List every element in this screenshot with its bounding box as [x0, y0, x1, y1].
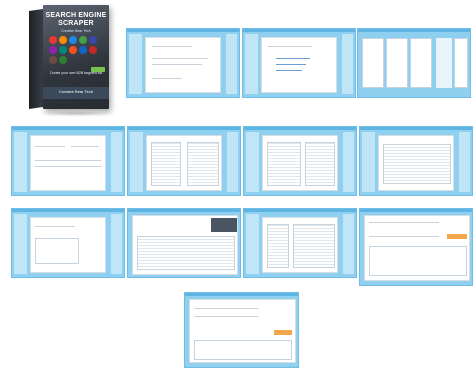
search-engine-icon [89, 36, 97, 44]
product-box-side [29, 9, 43, 109]
screenshot-thumbnail[interactable] [127, 208, 241, 278]
search-engine-icon [59, 56, 67, 64]
screenshot-thumbnail[interactable] [126, 28, 240, 98]
product-title-line1: SEARCH ENGINE [45, 12, 107, 19]
screenshot-thumbnail[interactable] [184, 292, 299, 368]
search-engine-icons [49, 36, 105, 64]
product-buy-badge [91, 67, 105, 72]
screenshot-thumbnail[interactable] [359, 208, 473, 286]
search-engine-icon [69, 36, 77, 44]
search-engine-icon [89, 46, 97, 54]
screenshot-thumbnail[interactable] [243, 208, 357, 278]
screenshot-thumbnail[interactable] [127, 126, 241, 196]
search-engine-icon [49, 56, 57, 64]
screenshot-thumbnail[interactable] [11, 126, 125, 196]
product-box-shadow [39, 111, 113, 116]
search-engine-icon [69, 46, 77, 54]
screenshot-thumbnail[interactable] [357, 28, 471, 98]
search-engine-icon [79, 46, 87, 54]
screenshot-thumbnail[interactable] [243, 126, 357, 196]
screenshot-thumbnail[interactable] [242, 28, 356, 98]
search-engine-icon [49, 46, 57, 54]
product-footer: Creative Bear Tech [59, 89, 93, 94]
screenshot-thumbnail[interactable] [359, 126, 473, 196]
product-title-line2: SCRAPER [58, 20, 94, 27]
product-title: SEARCH ENGINE SCRAPER [45, 12, 107, 28]
search-engine-icon [59, 36, 67, 44]
search-engine-icon [49, 36, 57, 44]
product-subtitle: Creative Bear Tech [61, 29, 91, 33]
product-box: SEARCH ENGINE SCRAPER Creative Bear Tech… [29, 5, 113, 116]
search-engine-icon [79, 36, 87, 44]
screenshot-thumbnail[interactable] [11, 208, 125, 278]
search-engine-icon [59, 46, 67, 54]
